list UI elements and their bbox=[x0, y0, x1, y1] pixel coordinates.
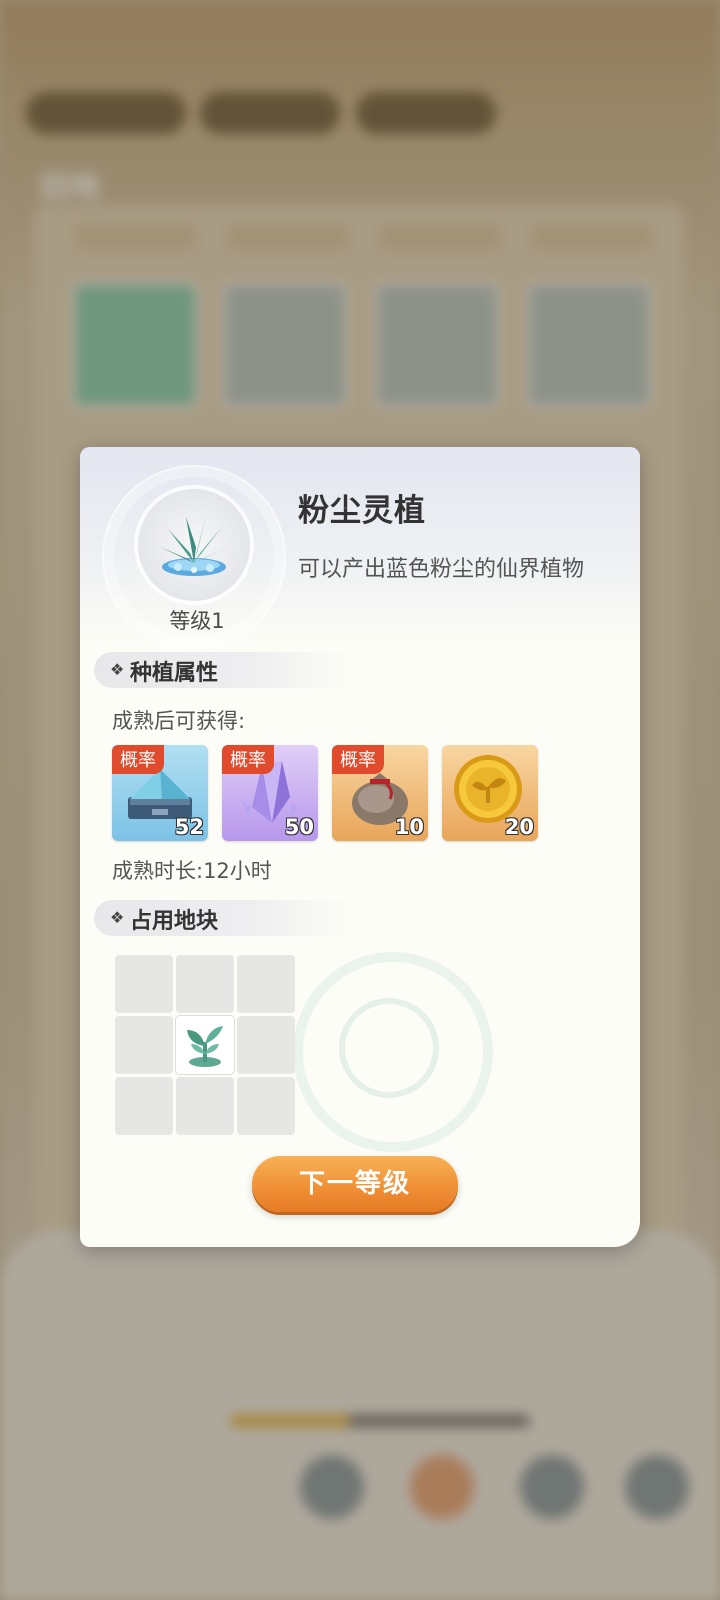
plot-tile bbox=[115, 1016, 173, 1074]
probability-badge: 概率 bbox=[332, 745, 384, 774]
plot-tile bbox=[237, 955, 295, 1013]
plot-tile bbox=[237, 1016, 295, 1074]
reward-count: 20 bbox=[504, 815, 534, 839]
next-level-button[interactable]: 下一等级 bbox=[252, 1156, 458, 1212]
reward-item-blue-dust[interactable]: 概率 52 bbox=[112, 745, 208, 841]
reward-count: 50 bbox=[284, 815, 314, 839]
planting-attributes-header: ❖ 种植属性 bbox=[94, 652, 354, 688]
plant-portrait bbox=[138, 489, 250, 601]
plant-name: 粉尘灵植 bbox=[298, 493, 426, 529]
plot-tile bbox=[115, 955, 173, 1013]
plot-tile bbox=[176, 955, 234, 1013]
plant-description: 可以产出蓝色粉尘的仙界植物 bbox=[298, 557, 585, 582]
reward-item-purple-crystal[interactable]: 概率 50 bbox=[222, 745, 318, 841]
mature-time: 成熟时长:12小时 bbox=[112, 859, 272, 883]
section-title: 占用地块 bbox=[130, 909, 219, 934]
diamond-bullet-icon: ❖ bbox=[110, 908, 125, 927]
reward-count: 10 bbox=[394, 815, 424, 839]
diamond-bullet-icon: ❖ bbox=[110, 660, 125, 679]
plant-info-dialog: 等级1 粉尘灵植 可以产出蓝色粉尘的仙界植物 ❖ 种植属性 成熟后可获得: 概率… bbox=[80, 447, 640, 1247]
section-title: 种植属性 bbox=[130, 661, 219, 686]
plot-tile bbox=[176, 1077, 234, 1135]
seedling-icon bbox=[187, 1026, 223, 1067]
plot-tile bbox=[115, 1077, 173, 1135]
plant-level: 等级1 bbox=[169, 609, 225, 633]
probability-badge: 概率 bbox=[222, 745, 274, 774]
probability-badge: 概率 bbox=[112, 745, 164, 774]
rewards-label: 成熟后可获得: bbox=[112, 709, 246, 733]
reward-item-gold-coin[interactable]: 20 bbox=[442, 745, 538, 841]
blue-crystal-plant-icon bbox=[160, 515, 228, 576]
decorative-mandala bbox=[293, 952, 493, 1152]
reward-count: 52 bbox=[174, 815, 204, 839]
plot-tile-occupied bbox=[176, 1016, 234, 1074]
occupied-plot-header: ❖ 占用地块 bbox=[94, 900, 354, 936]
plot-tile bbox=[237, 1077, 295, 1135]
reward-item-loot-sack[interactable]: 概率 10 bbox=[332, 745, 428, 841]
